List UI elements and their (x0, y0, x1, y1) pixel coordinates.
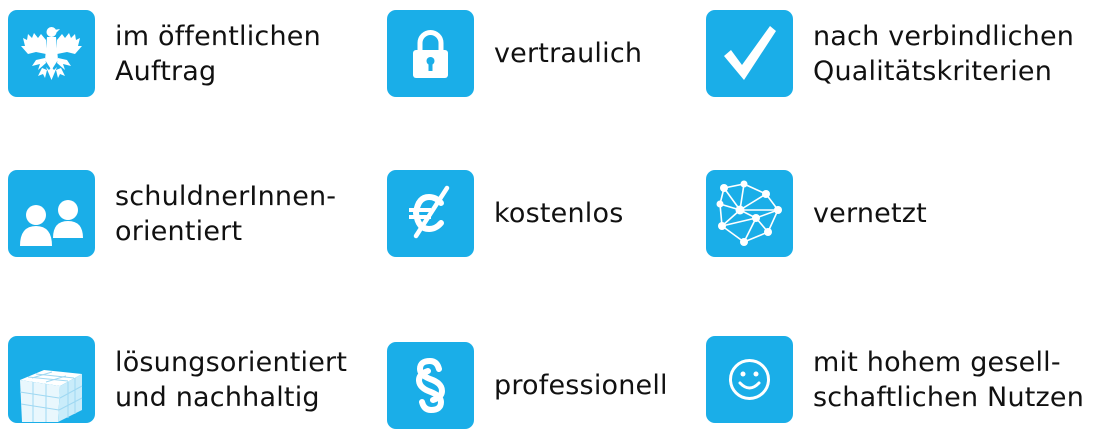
feature-label-line: nach verbindlichen (813, 20, 1075, 52)
feature-label: lösungsorientiert und nachhaltig (115, 345, 347, 415)
feature-label-line: lösungsorientiert (115, 346, 348, 378)
feature-label-line: professionell (494, 370, 668, 401)
feature-label-line: schaftlichen Nutzen (813, 381, 1085, 413)
feature-label-line: schuldnerInnen- (115, 180, 337, 212)
cube-icon (8, 336, 95, 423)
feature-quality-criteria: nach verbindlichen Qualitätskriterien (706, 10, 1074, 97)
feature-label: vertraulich (494, 36, 642, 71)
feature-label: kostenlos (494, 196, 623, 231)
feature-label-line: vernetzt (813, 198, 927, 229)
feature-label-line: Qualitätskriterien (813, 55, 1053, 87)
feature-label: nach verbindlichen Qualitätskriterien (813, 19, 1074, 89)
feature-label-line: vertraulich (494, 38, 643, 69)
feature-label: schuldnerInnen- orientiert (115, 179, 336, 249)
feature-label-line: und nachhaltig (115, 381, 320, 413)
feature-confidential: vertraulich (387, 10, 642, 97)
padlock-icon (387, 10, 474, 97)
eagle-icon (8, 10, 95, 97)
feature-label: im öffentlichen Auftrag (115, 19, 321, 89)
smiley-icon (706, 336, 793, 423)
feature-debtor-oriented: schuldnerInnen- orientiert (8, 170, 336, 257)
paragraph-icon (387, 342, 474, 429)
crossed-euro-icon (387, 170, 474, 257)
checkmark-icon (706, 10, 793, 97)
network-icon (706, 170, 793, 257)
feature-label: professionell (494, 368, 668, 403)
feature-solution-oriented: lösungsorientiert und nachhaltig (8, 336, 347, 423)
feature-social-benefit: mit hohem gesell- schaftlichen Nutzen (706, 336, 1084, 423)
feature-label-line: kostenlos (494, 198, 624, 229)
feature-label-line: mit hohem gesell- (813, 346, 1061, 378)
people-icon (8, 170, 95, 257)
feature-label-line: im öffentlichen (115, 20, 321, 52)
feature-networked: vernetzt (706, 170, 927, 257)
feature-public-mandate: im öffentlichen Auftrag (8, 10, 321, 97)
feature-professional: professionell (387, 342, 668, 429)
feature-label: mit hohem gesell- schaftlichen Nutzen (813, 345, 1084, 415)
feature-label-line: Auftrag (115, 55, 217, 87)
feature-label: vernetzt (813, 196, 927, 231)
feature-label-line: orientiert (115, 215, 243, 247)
feature-free-of-charge: kostenlos (387, 170, 623, 257)
